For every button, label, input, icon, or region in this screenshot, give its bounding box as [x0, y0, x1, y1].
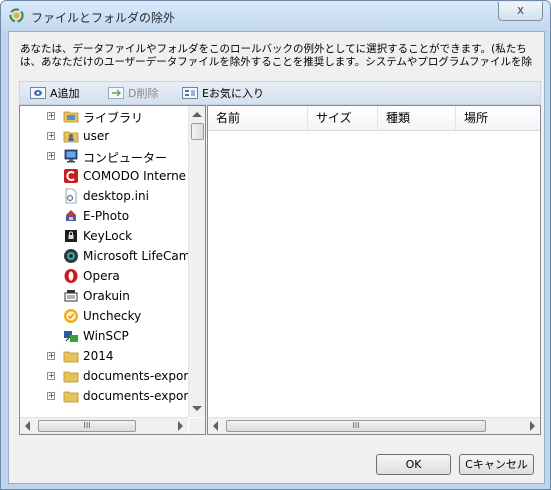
tree-item-computer[interactable]: + コンピューター: [20, 146, 190, 166]
folder-icon: [63, 351, 79, 363]
exclusion-dialog: ファイルとフォルダの除外 x あなたは、データファイルやフォルダをこのロールバッ…: [0, 0, 551, 490]
expand-icon[interactable]: +: [47, 132, 55, 140]
column-header-size[interactable]: サイズ: [308, 106, 378, 130]
tree-item-library[interactable]: + ライブラリ: [20, 106, 190, 126]
tree-item-documents-export-1[interactable]: + documents-expor: [20, 366, 190, 386]
ok-button[interactable]: OK: [376, 454, 451, 475]
delete-button[interactable]: D削除: [108, 84, 158, 102]
scroll-right-icon[interactable]: [530, 421, 535, 431]
window-title: ファイルとフォルダの除外: [31, 11, 176, 25]
column-header-type[interactable]: 種類: [378, 106, 456, 130]
scroll-up-icon[interactable]: [192, 112, 202, 117]
delete-label: D削除: [128, 87, 159, 100]
add-button[interactable]: A追加: [30, 84, 80, 102]
delete-icon: [108, 87, 124, 99]
close-button[interactable]: x: [498, 2, 543, 21]
winscp-icon: [64, 331, 78, 342]
header-divider: [208, 130, 540, 131]
scroll-down-icon[interactable]: [192, 406, 202, 411]
column-header-name[interactable]: 名前: [208, 106, 308, 130]
description-text: あなたは、データファイルやフォルダをこのロールバックの例外としてに選択することが…: [20, 43, 532, 68]
excluded-files-list[interactable]: 名前 サイズ 種類 場所 III: [207, 105, 541, 435]
ephoto-icon: [66, 210, 76, 221]
tree-item-desktop-ini[interactable]: desktop.ini: [20, 186, 190, 206]
folder-icon: [63, 371, 79, 383]
folder-tree[interactable]: + ライブラリ + user + コンピューター COMODO Interne …: [19, 105, 206, 435]
tree-item-keylock[interactable]: KeyLock: [20, 226, 190, 246]
add-icon: [30, 87, 46, 99]
lifecam-icon: [64, 249, 78, 263]
tree-item-comodo[interactable]: COMODO Interne: [20, 166, 190, 186]
keylock-icon: [65, 230, 77, 242]
scroll-thumb[interactable]: III: [226, 420, 486, 432]
scroll-right-icon[interactable]: [178, 421, 183, 431]
tree-item-documents-export-2[interactable]: + documents-expor: [20, 386, 190, 406]
opera-icon: [64, 269, 78, 283]
tree-item-orakuin[interactable]: Orakuin: [20, 286, 190, 306]
tree-item-lifecam[interactable]: Microsoft LifeCam: [20, 246, 190, 266]
scroll-corner: [189, 418, 205, 434]
comodo-icon: [64, 169, 78, 183]
toolbar: A追加 D削除 Eお気に入り: [19, 81, 541, 105]
tree-item-user[interactable]: + user: [20, 126, 190, 146]
favorites-label: Eお気に入り: [202, 87, 264, 100]
expand-icon[interactable]: +: [47, 112, 55, 120]
favorites-button[interactable]: Eお気に入り: [182, 84, 264, 102]
user-folder-icon: [63, 131, 79, 143]
tree-item-unchecky[interactable]: Unchecky: [20, 306, 190, 326]
dialog-body: あなたは、データファイルやフォルダをこのロールバックの例外としてに選択することが…: [8, 31, 545, 484]
tree-item-winscp[interactable]: WinSCP: [20, 326, 190, 346]
computer-icon: [64, 149, 78, 163]
favorites-icon: [182, 87, 198, 99]
orakuin-icon: [64, 290, 78, 302]
tree-vertical-scrollbar[interactable]: [188, 106, 205, 417]
expand-icon[interactable]: +: [47, 392, 55, 400]
list-horizontal-scrollbar[interactable]: III: [208, 417, 540, 434]
expand-icon[interactable]: +: [47, 152, 55, 160]
tree-item-opera[interactable]: Opera: [20, 266, 190, 286]
scroll-thumb[interactable]: [191, 123, 204, 140]
expand-icon[interactable]: +: [47, 352, 55, 360]
folder-icon: [63, 391, 79, 403]
library-folder-icon: [63, 111, 79, 123]
settings-file-icon: [65, 188, 77, 204]
add-label: A追加: [50, 87, 80, 100]
tree-horizontal-scrollbar[interactable]: III: [20, 417, 188, 434]
scroll-thumb[interactable]: III: [38, 420, 136, 432]
tree-item-ephoto[interactable]: E-Photo: [20, 206, 190, 226]
scroll-left-icon[interactable]: [213, 421, 218, 431]
cancel-button[interactable]: Cキャンセル: [459, 454, 534, 475]
unchecky-icon: [64, 309, 78, 323]
app-icon: [9, 8, 24, 23]
column-header-location[interactable]: 場所: [456, 106, 540, 130]
title-bar: ファイルとフォルダの除外 x: [1, 1, 550, 31]
expand-icon[interactable]: +: [47, 372, 55, 380]
scroll-left-icon[interactable]: [25, 421, 30, 431]
tree-item-2014[interactable]: + 2014: [20, 346, 190, 366]
